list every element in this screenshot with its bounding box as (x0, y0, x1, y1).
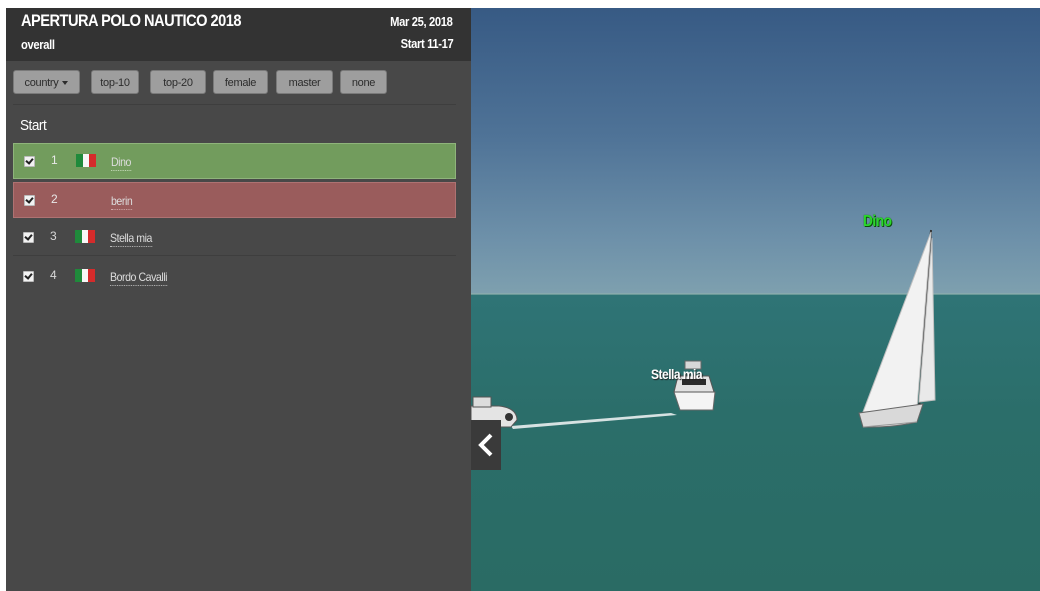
filter-bar: country top-10 top-20 female master none (13, 70, 463, 96)
race-viewer: APERTURA POLO NAUTICO 2018 overall Mar 2… (6, 8, 1040, 591)
filter-top10-button[interactable]: top-10 (91, 70, 139, 94)
italy-flag-icon (76, 154, 97, 167)
collapse-panel-button[interactable] (471, 420, 501, 470)
visibility-checkbox[interactable] (24, 195, 35, 206)
race-header: APERTURA POLO NAUTICO 2018 overall Mar 2… (6, 8, 471, 61)
visibility-checkbox[interactable] (23, 232, 34, 243)
boat-name-link[interactable]: Bordo Cavalli (110, 270, 168, 286)
visibility-checkbox[interactable] (24, 156, 35, 167)
leaderboard-row[interactable]: 4 Bordo Cavalli (13, 259, 456, 295)
caret-down-icon (62, 81, 69, 86)
filter-top20-button[interactable]: top-20 (150, 70, 206, 94)
italy-flag-icon (75, 230, 96, 243)
start-group-title: Start (20, 117, 47, 134)
visibility-checkbox[interactable] (23, 271, 34, 282)
boat-label-stella: Stella mia (651, 366, 703, 382)
race-title: APERTURA POLO NAUTICO 2018 (21, 11, 242, 30)
3d-race-view[interactable]: Dino Stella mia (471, 8, 1040, 591)
filter-none-button[interactable]: none (340, 70, 387, 94)
scene-objects (471, 229, 936, 429)
race-subtitle: overall (21, 37, 55, 52)
filter-country-label: country (24, 77, 59, 89)
race-date: Mar 25, 2018 (390, 14, 454, 29)
leaderboard-row[interactable]: 2 berin (13, 182, 456, 218)
rank-number: 4 (50, 268, 57, 282)
boat-name-link[interactable]: Stella mia (110, 231, 152, 247)
filter-country-dropdown[interactable]: country (13, 70, 80, 94)
divider (13, 104, 456, 105)
boat-name-link[interactable]: Dino (111, 155, 131, 171)
rank-number: 1 (51, 153, 58, 167)
leaderboard-row[interactable]: 1 Dino (13, 143, 456, 179)
race-start-time: Start 11-17 (400, 36, 453, 51)
boat-name-link[interactable]: berin (111, 194, 133, 210)
boat-label-dino: Dino (863, 213, 892, 230)
filter-master-button[interactable]: master (276, 70, 333, 94)
rank-number: 3 (50, 229, 57, 243)
chevron-left-icon (478, 433, 493, 457)
leaderboard-panel: APERTURA POLO NAUTICO 2018 overall Mar 2… (6, 8, 471, 591)
rank-number: 2 (51, 192, 58, 206)
leaderboard-row[interactable]: 3 Stella mia (13, 220, 456, 256)
filter-female-button[interactable]: female (213, 70, 268, 94)
italy-flag-icon (75, 269, 96, 282)
boat-wake (511, 413, 677, 429)
sailboat-dino (858, 229, 936, 428)
